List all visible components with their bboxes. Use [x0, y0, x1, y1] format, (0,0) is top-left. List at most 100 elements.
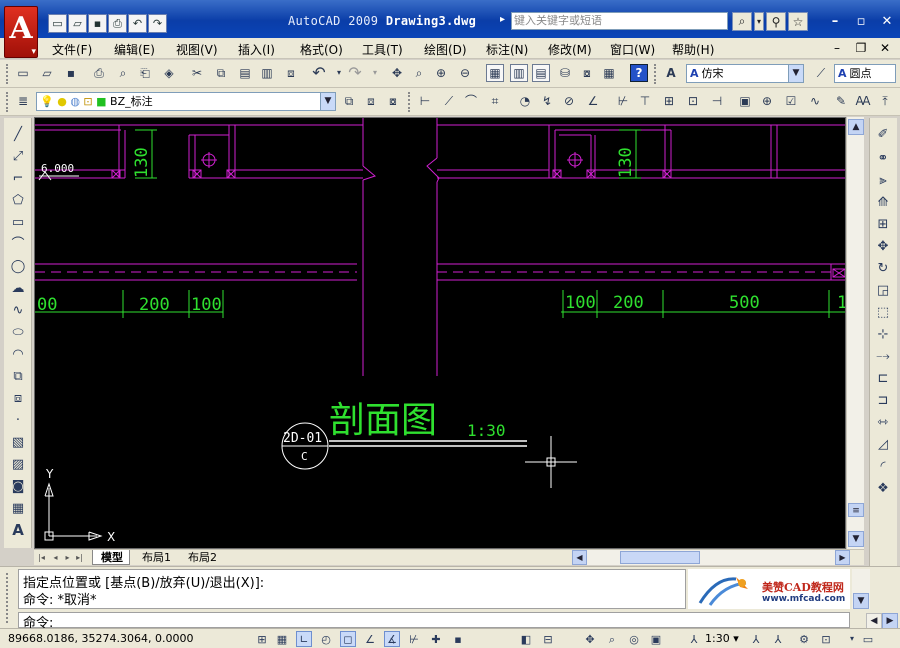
chevron-down-icon[interactable]: ▾ — [754, 12, 764, 31]
dim-diameter-icon[interactable]: ⊘ — [560, 92, 578, 110]
print-icon[interactable]: ⎙ — [108, 14, 127, 33]
scrollbar-thumb[interactable] — [620, 551, 700, 564]
fillet-icon[interactable]: ◜ — [873, 456, 893, 476]
menu-modify[interactable]: 修改(M) — [548, 41, 592, 58]
redo-dropdown-icon[interactable]: ▾ — [366, 64, 384, 82]
revision-cloud-icon[interactable]: ☁ — [8, 278, 28, 298]
polyline-icon[interactable]: ⌐ — [8, 168, 28, 188]
workspace-switching-icon[interactable]: ⚙ — [796, 631, 812, 647]
open-icon[interactable]: ▱ — [68, 14, 87, 33]
menu-file[interactable]: 文件(F) — [52, 41, 92, 58]
line-icon[interactable]: ╱ — [8, 124, 28, 144]
quick-properties-icon[interactable]: ▪ — [450, 631, 466, 647]
menu-dimension[interactable]: 标注(N) — [486, 41, 528, 58]
menu-edit[interactable]: 编辑(E) — [114, 41, 155, 58]
dynamic-ucs-icon[interactable]: ∡ — [384, 631, 400, 647]
search-icon[interactable]: ⌕ — [732, 12, 752, 31]
annotation-scale-value[interactable]: 1:30 ▾ — [705, 632, 739, 645]
dim-jogged-icon[interactable]: ↯ — [538, 92, 556, 110]
dynamic-input-icon[interactable]: ⊬ — [406, 631, 422, 647]
chevron-down-icon[interactable]: ▼ — [320, 93, 335, 110]
make-block-icon[interactable]: ⧈ — [8, 388, 28, 408]
communication-center-icon[interactable]: ⚲ — [766, 12, 786, 31]
dim-break-icon[interactable]: ⊣ — [708, 92, 726, 110]
copy-icon[interactable]: ⧉ — [212, 64, 230, 82]
pan-icon[interactable]: ✥ — [388, 64, 406, 82]
construction-line-icon[interactable]: ⤢ — [8, 146, 28, 166]
command-window-grip[interactable] — [6, 573, 12, 623]
center-mark-icon[interactable]: ⊕ — [758, 92, 776, 110]
plot-preview-icon[interactable]: ⌕ — [114, 64, 132, 82]
dim-text-edit-icon[interactable]: Ꜳ — [854, 92, 872, 110]
3d-dwf-icon[interactable]: ◈ — [160, 64, 178, 82]
dim-aligned-icon[interactable]: ⟋ — [440, 92, 458, 110]
menu-draw[interactable]: 绘图(D) — [424, 41, 467, 58]
zoom-previous-icon[interactable]: ⊖ — [456, 64, 474, 82]
auto-scale-icon[interactable]: ⅄ — [770, 631, 786, 647]
move-icon[interactable]: ✥ — [873, 236, 893, 256]
new-icon[interactable]: ▭ — [48, 14, 67, 33]
drawing-vertical-scrollbar[interactable]: ▲ ≡ ▼ — [846, 117, 864, 549]
trim-icon[interactable]: ⊹ — [873, 324, 893, 344]
minimize-icon[interactable]: – — [826, 12, 844, 30]
zoom-realtime-icon[interactable]: ⌕ — [410, 64, 428, 82]
object-snap-icon[interactable]: ◻ — [340, 631, 356, 647]
command-history-scrollbar[interactable]: ▼ — [852, 569, 870, 609]
dim-continue-icon[interactable]: ⊞ — [660, 92, 678, 110]
object-snap-tracking-icon[interactable]: ∠ — [362, 631, 378, 647]
annotation-visibility-icon[interactable]: ⅄ — [748, 631, 764, 647]
save-icon[interactable]: ▪ — [88, 14, 107, 33]
dim-radius-icon[interactable]: ◔ — [516, 92, 534, 110]
block-editor-icon[interactable]: ⧈ — [282, 64, 300, 82]
polygon-icon[interactable]: ⬠ — [8, 190, 28, 210]
paste-icon[interactable]: ▤ — [236, 64, 254, 82]
dim-linear-icon[interactable]: ⊢ — [416, 92, 434, 110]
drawing-horizontal-scrollbar[interactable]: ◀ ▶ — [572, 550, 850, 565]
stretch-icon[interactable]: ⬚ — [873, 302, 893, 322]
copy-object-icon[interactable]: ⚭ — [873, 148, 893, 168]
menu-tools[interactable]: 工具(T) — [362, 41, 403, 58]
explode-icon[interactable]: ❖ — [873, 478, 893, 498]
redo-icon[interactable]: ↷ — [346, 64, 364, 82]
spline-icon[interactable]: ∿ — [8, 300, 28, 320]
table-icon[interactable]: ▦ — [8, 498, 28, 518]
scroll-right-icon[interactable]: ▶ — [835, 550, 850, 565]
zoom-window-icon[interactable]: ⊕ — [432, 64, 450, 82]
dim-baseline-icon[interactable]: ⊤ — [636, 92, 654, 110]
join-icon[interactable]: ⇿ — [873, 412, 893, 432]
array-icon[interactable]: ⊞ — [873, 214, 893, 234]
dim-ordinate-icon[interactable]: ⌗ — [486, 92, 504, 110]
menu-window[interactable]: 窗口(W) — [610, 41, 655, 58]
prev-tab-icon[interactable]: ◂ — [50, 551, 61, 564]
scroll-left-icon[interactable]: ◀ — [572, 550, 587, 565]
status-bar-menu-icon[interactable]: ▾ — [844, 631, 860, 647]
scale-icon[interactable]: ◲ — [873, 280, 893, 300]
plot-icon[interactable]: ⎙ — [90, 64, 108, 82]
first-tab-icon[interactable]: |◂ — [36, 551, 47, 564]
cut-icon[interactable]: ✂ — [188, 64, 206, 82]
quick-view-layouts-icon[interactable]: ⊟ — [540, 631, 556, 647]
dim-space-icon[interactable]: ⊡ — [684, 92, 702, 110]
dim-arc-icon[interactable]: ⌒ — [462, 92, 480, 110]
make-current-layer-icon[interactable]: ⧉ — [340, 92, 358, 110]
quick-dim-icon[interactable]: ⊬ — [614, 92, 632, 110]
design-center-icon[interactable]: ▥ — [510, 64, 528, 82]
multiline-text-icon[interactable]: A — [8, 520, 28, 540]
break-icon[interactable]: ⊐ — [873, 390, 893, 410]
zoom-icon[interactable]: ⌕ — [604, 631, 620, 647]
scrollbar-thumb[interactable]: ≡ — [848, 503, 864, 517]
undo-icon[interactable]: ↶ — [310, 64, 328, 82]
dim-angular-icon[interactable]: ∠ — [584, 92, 602, 110]
layer-properties-icon[interactable]: ≣ — [14, 92, 32, 110]
tab-model[interactable]: 模型 — [92, 550, 130, 565]
doc-close-icon[interactable]: ✕ — [878, 40, 892, 56]
text-style-select[interactable]: A 仿宋 ▼ — [686, 64, 804, 83]
maximize-icon[interactable]: ▫ — [852, 12, 870, 30]
ellipse-icon[interactable]: ⬭ — [8, 322, 28, 342]
favorites-star-icon[interactable]: ☆ — [788, 12, 808, 31]
last-tab-icon[interactable]: ▸| — [74, 551, 85, 564]
showmotion-icon[interactable]: ▣ — [648, 631, 664, 647]
drawing-canvas[interactable]: 6.000 130 130 00 200 100 100 200 500 1 剖… — [34, 117, 846, 549]
help-search-input[interactable]: 键入关键字或短语 — [511, 12, 728, 30]
tolerance-icon[interactable]: ▣ — [736, 92, 754, 110]
